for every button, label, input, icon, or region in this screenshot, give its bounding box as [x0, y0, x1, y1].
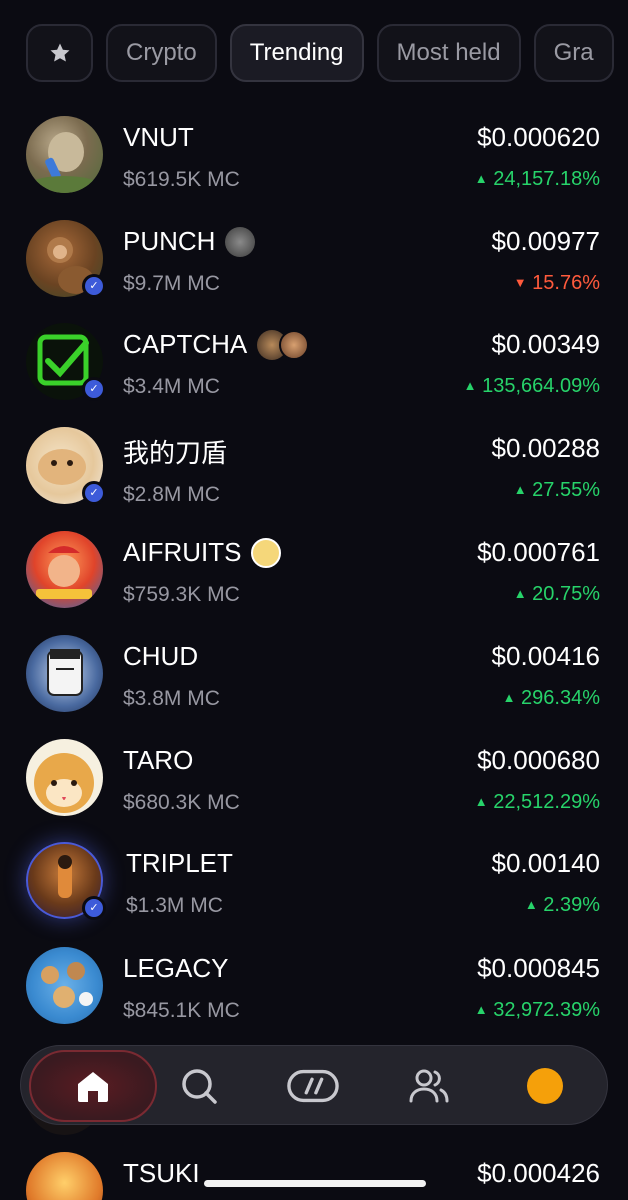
token-price: $0.00140: [491, 848, 600, 878]
token-change: ▲ 27.55%: [513, 479, 600, 501]
home-indicator: [204, 1180, 426, 1187]
token-avatar: [26, 116, 103, 193]
triangle-up-icon: ▲: [502, 690, 516, 705]
token-name: CHUD: [123, 641, 199, 671]
token-row[interactable]: ✓ 我的刀盾 $2.8M MC $0.00288 ▲ 27.55%: [0, 425, 628, 525]
token-price: $0.00349: [491, 329, 600, 359]
verified-badge-icon: ✓: [82, 896, 106, 920]
nav-profile-button[interactable]: [519, 1060, 571, 1112]
verified-badge-icon: ✓: [82, 274, 106, 298]
triangle-up-icon: ▲: [524, 897, 538, 912]
token-change: ▲ 24,157.18%: [474, 168, 600, 190]
profile-dot-icon: [527, 1068, 563, 1104]
holder-avatars: [257, 329, 310, 360]
bottom-nav: [20, 1045, 608, 1125]
token-name: AIFRUITS: [123, 537, 282, 568]
filter-chip-gra[interactable]: Gra: [533, 24, 614, 82]
nav-swap-button[interactable]: [287, 1060, 339, 1112]
token-market-cap: $845.1K MC: [123, 999, 240, 1022]
token-price: $0.000680: [477, 745, 600, 775]
token-name: 我的刀盾: [123, 438, 228, 468]
token-market-cap: $1.3M MC: [126, 894, 223, 917]
triangle-up-icon: ▲: [463, 378, 477, 393]
token-market-cap: $3.8M MC: [123, 687, 220, 710]
token-change: ▲ 135,664.09%: [463, 375, 600, 397]
token-price: $0.00977: [491, 226, 600, 256]
token-market-cap: $2.8M MC: [123, 483, 220, 506]
verified-badge-icon: ✓: [82, 481, 106, 505]
token-name: PUNCH: [123, 226, 256, 257]
token-row[interactable]: VNUT $619.5K MC $0.000620 ▲ 24,157.18%: [0, 114, 628, 214]
token-avatar: [26, 635, 103, 712]
token-name: CAPTCHA: [123, 329, 310, 360]
token-row[interactable]: AIFRUITS $759.3K MC $0.000761 ▲ 20.75%: [0, 529, 628, 629]
verified-badge-icon: ✓: [82, 377, 106, 401]
filter-chip-trending[interactable]: Trending: [229, 24, 364, 82]
token-market-cap: $680.3K MC: [123, 791, 240, 814]
token-price: $0.00288: [491, 433, 600, 463]
token-market-cap: $619.5K MC: [123, 168, 240, 191]
token-row[interactable]: TARO $680.3K MC $0.000680 ▲ 22,512.29%: [0, 737, 628, 837]
token-name: TARO: [123, 745, 194, 775]
triangle-up-icon: ▲: [474, 171, 488, 186]
holder-avatar: [225, 226, 256, 257]
token-price: $0.000620: [477, 122, 600, 152]
token-row[interactable]: ✓ CAPTCHA $3.4M MC $0.00349 ▲ 135,664.09…: [0, 321, 628, 421]
search-icon: [182, 1069, 217, 1104]
token-avatar: [26, 947, 103, 1024]
token-market-cap: $3.4M MC: [123, 375, 220, 398]
token-row[interactable]: LEGACY $845.1K MC $0.000845 ▲ 32,972.39%: [0, 945, 628, 1045]
triangle-up-icon: ▲: [474, 1002, 488, 1017]
star-icon: [50, 43, 69, 62]
token-market-cap: $9.7M MC: [123, 272, 220, 295]
token-price: $0.000845: [477, 953, 600, 983]
favorites-chip[interactable]: [26, 24, 93, 82]
token-change: ▲ 32,972.39%: [474, 999, 600, 1021]
token-price: $0.000761: [477, 537, 600, 567]
filter-chip-crypto[interactable]: Crypto: [106, 24, 217, 82]
token-change: ▼ 15.76%: [513, 272, 600, 294]
filter-chip-most-held[interactable]: Most held: [376, 24, 521, 82]
token-row[interactable]: ✓ PUNCH $9.7M MC $0.00977 ▼ 15.76%: [0, 218, 628, 318]
token-row[interactable]: TSUKI $0.000426: [0, 1150, 628, 1200]
people-icon: [409, 1069, 449, 1103]
triangle-up-icon: ▲: [474, 794, 488, 809]
triangle-up-icon: ▲: [513, 482, 527, 497]
token-name: TSUKI: [123, 1158, 200, 1188]
token-price: $0.00416: [491, 641, 600, 671]
token-avatar: [26, 1152, 103, 1200]
triangle-down-icon: ▼: [513, 275, 527, 290]
nav-home-button[interactable]: [29, 1050, 157, 1122]
nav-people-button[interactable]: [403, 1060, 455, 1112]
token-name: TRIPLET: [126, 848, 233, 878]
token-change: ▲ 296.34%: [502, 687, 600, 709]
token-avatar: [26, 531, 103, 608]
home-icon: [78, 1072, 108, 1102]
token-change: ▲ 2.39%: [524, 894, 600, 916]
triangle-up-icon: ▲: [513, 586, 527, 601]
token-row[interactable]: ✓ TRIPLET $1.3M MC $0.00140 ▲ 2.39%: [0, 840, 628, 940]
holder-avatar: [251, 537, 282, 568]
filter-bar: Crypto Trending Most held Gra: [26, 24, 628, 84]
token-name: VNUT: [123, 122, 194, 152]
token-avatar: [26, 739, 103, 816]
token-row[interactable]: CHUD $3.8M MC $0.00416 ▲ 296.34%: [0, 633, 628, 733]
swap-icon: [287, 1069, 339, 1103]
nav-search-button[interactable]: [173, 1060, 225, 1112]
token-market-cap: $759.3K MC: [123, 583, 240, 606]
token-change: ▲ 20.75%: [513, 583, 600, 605]
token-name: LEGACY: [123, 953, 229, 983]
token-price: $0.000426: [477, 1158, 600, 1188]
token-change: ▲ 22,512.29%: [474, 791, 600, 813]
